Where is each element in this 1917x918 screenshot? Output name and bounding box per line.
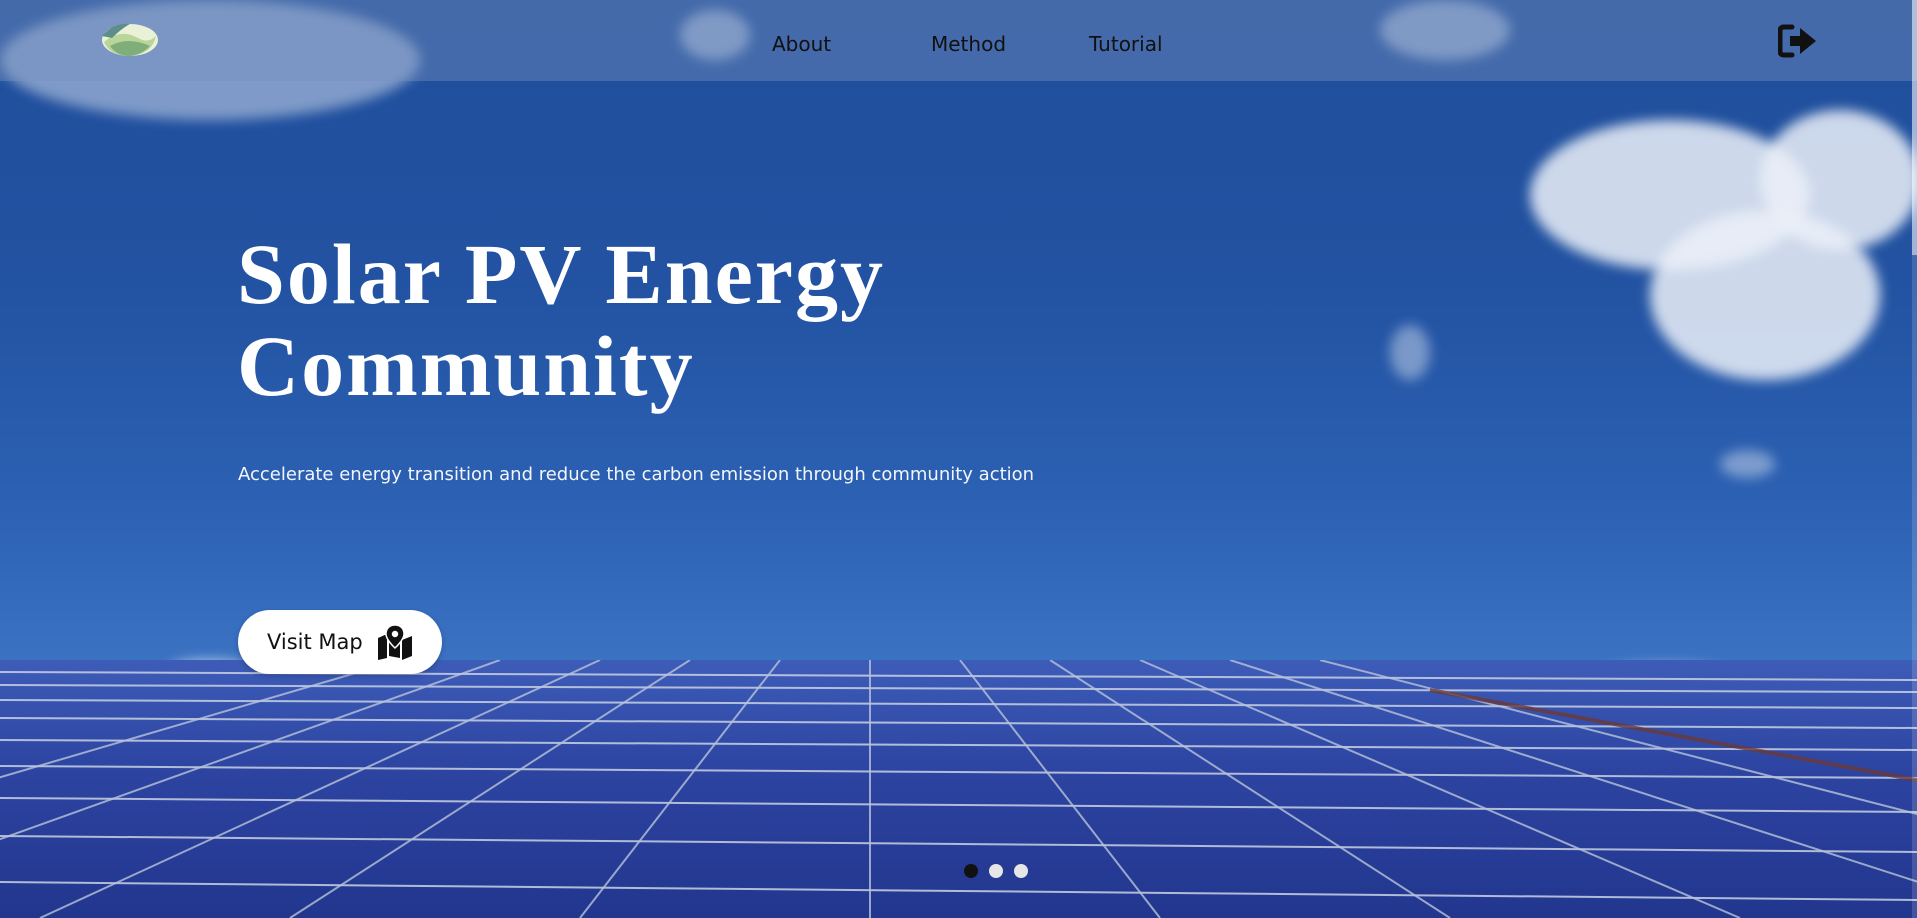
cloud [1720, 450, 1775, 478]
hero-background [0, 0, 1917, 918]
solar-panel-array [0, 660, 1917, 918]
nav-link-method[interactable]: Method [931, 32, 1006, 56]
leaf-logo-icon[interactable] [100, 20, 160, 58]
nav-link-about[interactable]: About [772, 32, 831, 56]
cloud [1390, 325, 1430, 380]
carousel-indicators [960, 864, 1030, 880]
carousel-dot-1[interactable] [964, 864, 978, 878]
hero-title: Solar PV Energy Community [237, 228, 1137, 412]
map-marker-icon [378, 624, 412, 660]
hero-title-line-2: Community [237, 318, 695, 414]
top-navbar: About Method Tutorial [0, 0, 1917, 81]
cloud [1760, 110, 1917, 250]
nav-link-tutorial[interactable]: Tutorial [1089, 32, 1163, 56]
hero-subtitle: Accelerate energy transition and reduce … [238, 464, 1035, 485]
solar-panel-grid [0, 660, 1917, 918]
page-scrollbar[interactable] [1912, 0, 1917, 918]
carousel-dot-2[interactable] [989, 864, 1003, 878]
hero-title-line-1: Solar PV Energy [237, 226, 885, 322]
scrollbar-thumb[interactable] [1912, 0, 1917, 255]
sign-out-icon[interactable] [1778, 24, 1818, 58]
visit-map-label: Visit Map [267, 630, 363, 654]
carousel-dot-3[interactable] [1014, 864, 1028, 878]
visit-map-button[interactable]: Visit Map [238, 610, 442, 674]
